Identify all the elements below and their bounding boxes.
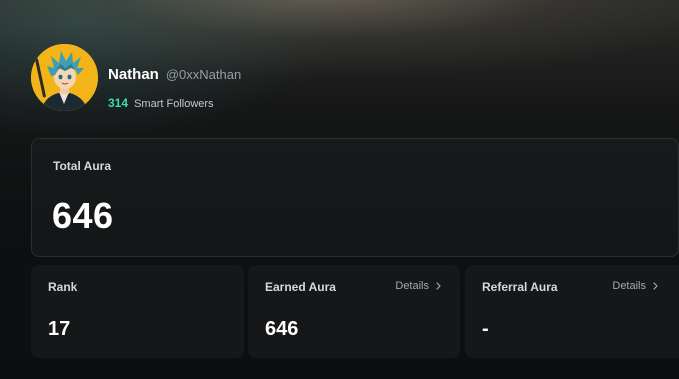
profile-header: Nathan @0xxNathan 314 Smart Followers (31, 44, 241, 111)
total-aura-title: Total Aura (53, 159, 112, 173)
total-aura-card: Total Aura 646 (31, 138, 679, 257)
smart-followers-count: 314 (108, 96, 129, 110)
referral-aura-card: Referral Aura Details - (465, 265, 679, 358)
display-name[interactable]: Nathan (108, 66, 159, 83)
smart-followers[interactable]: 314 Smart Followers (108, 96, 241, 110)
rank-title: Rank (48, 280, 78, 294)
earned-aura-details-link[interactable]: Details (395, 280, 442, 292)
earned-aura-card: Earned Aura Details 646 (248, 265, 460, 358)
earned-aura-value: 646 (265, 318, 299, 340)
avatar-illustration (31, 44, 98, 111)
chevron-right-icon (653, 282, 658, 290)
user-handle[interactable]: @0xxNathan (166, 67, 241, 82)
chevron-right-icon (436, 282, 441, 290)
details-label: Details (612, 280, 646, 292)
rank-card: Rank 17 (31, 265, 244, 358)
profile-info: Nathan @0xxNathan 314 Smart Followers (108, 44, 241, 110)
referral-aura-details-link[interactable]: Details (612, 280, 659, 292)
smart-followers-label: Smart Followers (134, 98, 214, 110)
referral-aura-title: Referral Aura (482, 280, 558, 294)
rank-value: 17 (48, 318, 71, 340)
name-row: Nathan @0xxNathan (108, 66, 241, 83)
details-label: Details (395, 280, 429, 292)
earned-aura-title: Earned Aura (265, 280, 336, 294)
avatar[interactable] (31, 44, 98, 111)
total-aura-value: 646 (52, 195, 114, 236)
referral-aura-value: - (482, 318, 489, 340)
